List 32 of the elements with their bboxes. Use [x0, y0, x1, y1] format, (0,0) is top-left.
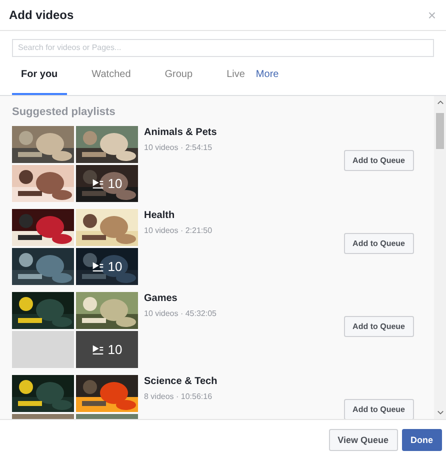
playlist-title: Animals & Pets	[144, 126, 218, 138]
scrollbar[interactable]	[434, 96, 446, 419]
tab[interactable]: Watched	[82, 56, 140, 94]
tab[interactable]: Live	[218, 56, 254, 94]
scroll-thumb[interactable]	[436, 112, 444, 148]
view-queue-button[interactable]: View Queue	[328, 429, 398, 451]
tab[interactable]: Group	[156, 56, 202, 94]
add-to-queue-button[interactable]: Add to Queue	[344, 316, 414, 336]
playlist-title: Science & Tech	[144, 376, 218, 386]
playlist-title: Games	[144, 292, 178, 304]
dialog-title: Add videos	[9, 8, 74, 22]
playlist-meta: 8 videos · 10:56:16	[144, 392, 214, 400]
scroll-up-icon[interactable]	[436, 100, 444, 104]
section-title: Suggested playlists	[12, 106, 116, 118]
playlist-meta: 10 videos · 45:32:05	[144, 308, 218, 318]
add-to-queue-button[interactable]: Add to Queue	[344, 150, 414, 170]
add-to-queue-button[interactable]: Add to Queue	[344, 398, 414, 419]
playlist-icon	[92, 344, 104, 354]
playlist-meta: 10 videos · 2:54:15	[144, 142, 214, 152]
more-link[interactable]: More	[256, 56, 279, 94]
video-count: 10	[108, 342, 122, 356]
playlist-icon	[92, 260, 104, 272]
add-to-queue-button[interactable]: Add to Queue	[344, 232, 414, 254]
video-count: 10	[108, 176, 122, 190]
search-field[interactable]: Search for videos or Pages...	[12, 38, 434, 56]
playlist-icon	[92, 178, 104, 188]
done-button[interactable]: Done	[402, 429, 442, 451]
scroll-down-icon[interactable]	[436, 410, 444, 415]
playlist-meta: 10 videos · 2:21:50	[144, 226, 214, 234]
playlist-title: Health	[144, 210, 176, 220]
video-count: 10	[108, 258, 122, 274]
thumbnail-placeholder	[12, 330, 74, 368]
